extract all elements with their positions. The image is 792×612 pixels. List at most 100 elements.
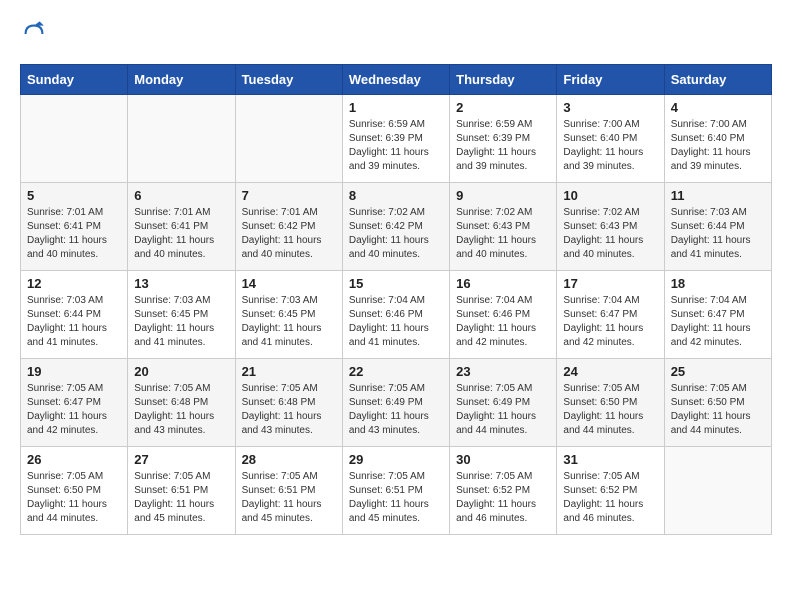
day-info: Sunrise: 7:05 AM Sunset: 6:51 PM Dayligh… xyxy=(349,470,443,526)
day-number: 23 xyxy=(456,364,550,379)
day-header-wednesday: Wednesday xyxy=(342,65,449,95)
day-info: Sunrise: 7:01 AM Sunset: 6:41 PM Dayligh… xyxy=(134,206,228,262)
day-number: 13 xyxy=(134,276,228,291)
week-row-3: 12 Sunrise: 7:03 AM Sunset: 6:44 PM Dayli… xyxy=(21,271,772,359)
day-info: Sunrise: 7:05 AM Sunset: 6:50 PM Dayligh… xyxy=(671,382,765,438)
day-info: Sunrise: 7:05 AM Sunset: 6:48 PM Dayligh… xyxy=(134,382,228,438)
calendar-header: SundayMondayTuesdayWednesdayThursdayFrid… xyxy=(21,65,772,95)
day-number: 5 xyxy=(27,188,121,203)
day-header-tuesday: Tuesday xyxy=(235,65,342,95)
calendar-cell xyxy=(664,447,771,535)
day-info: Sunrise: 7:00 AM Sunset: 6:40 PM Dayligh… xyxy=(563,118,657,174)
calendar-cell: 11 Sunrise: 7:03 AM Sunset: 6:44 PM Dayli… xyxy=(664,183,771,271)
day-number: 6 xyxy=(134,188,228,203)
day-number: 27 xyxy=(134,452,228,467)
day-number: 3 xyxy=(563,100,657,115)
week-row-1: 1 Sunrise: 6:59 AM Sunset: 6:39 PM Daylig… xyxy=(21,95,772,183)
day-info: Sunrise: 7:03 AM Sunset: 6:44 PM Dayligh… xyxy=(27,294,121,350)
day-header-saturday: Saturday xyxy=(664,65,771,95)
day-info: Sunrise: 7:05 AM Sunset: 6:48 PM Dayligh… xyxy=(242,382,336,438)
calendar-cell: 31 Sunrise: 7:05 AM Sunset: 6:52 PM Dayli… xyxy=(557,447,664,535)
calendar-cell: 25 Sunrise: 7:05 AM Sunset: 6:50 PM Dayli… xyxy=(664,359,771,447)
day-number: 19 xyxy=(27,364,121,379)
day-number: 26 xyxy=(27,452,121,467)
day-header-monday: Monday xyxy=(128,65,235,95)
calendar-cell: 12 Sunrise: 7:03 AM Sunset: 6:44 PM Dayli… xyxy=(21,271,128,359)
calendar-cell: 1 Sunrise: 6:59 AM Sunset: 6:39 PM Daylig… xyxy=(342,95,449,183)
calendar-cell: 5 Sunrise: 7:01 AM Sunset: 6:41 PM Daylig… xyxy=(21,183,128,271)
calendar-cell: 20 Sunrise: 7:05 AM Sunset: 6:48 PM Dayli… xyxy=(128,359,235,447)
day-info: Sunrise: 7:00 AM Sunset: 6:40 PM Dayligh… xyxy=(671,118,765,174)
day-info: Sunrise: 7:02 AM Sunset: 6:43 PM Dayligh… xyxy=(456,206,550,262)
day-info: Sunrise: 7:04 AM Sunset: 6:47 PM Dayligh… xyxy=(563,294,657,350)
day-number: 30 xyxy=(456,452,550,467)
day-number: 18 xyxy=(671,276,765,291)
day-info: Sunrise: 7:02 AM Sunset: 6:42 PM Dayligh… xyxy=(349,206,443,262)
day-header-sunday: Sunday xyxy=(21,65,128,95)
day-number: 29 xyxy=(349,452,443,467)
day-info: Sunrise: 6:59 AM Sunset: 6:39 PM Dayligh… xyxy=(349,118,443,174)
day-info: Sunrise: 6:59 AM Sunset: 6:39 PM Dayligh… xyxy=(456,118,550,174)
calendar-cell xyxy=(21,95,128,183)
day-info: Sunrise: 7:03 AM Sunset: 6:45 PM Dayligh… xyxy=(134,294,228,350)
calendar-cell: 26 Sunrise: 7:05 AM Sunset: 6:50 PM Dayli… xyxy=(21,447,128,535)
day-header-thursday: Thursday xyxy=(450,65,557,95)
day-number: 31 xyxy=(563,452,657,467)
calendar-cell: 17 Sunrise: 7:04 AM Sunset: 6:47 PM Dayli… xyxy=(557,271,664,359)
calendar-cell: 23 Sunrise: 7:05 AM Sunset: 6:49 PM Dayli… xyxy=(450,359,557,447)
day-info: Sunrise: 7:05 AM Sunset: 6:51 PM Dayligh… xyxy=(242,470,336,526)
day-number: 24 xyxy=(563,364,657,379)
week-row-5: 26 Sunrise: 7:05 AM Sunset: 6:50 PM Dayli… xyxy=(21,447,772,535)
day-number: 11 xyxy=(671,188,765,203)
day-number: 8 xyxy=(349,188,443,203)
calendar-cell: 27 Sunrise: 7:05 AM Sunset: 6:51 PM Dayli… xyxy=(128,447,235,535)
day-number: 14 xyxy=(242,276,336,291)
days-row: SundayMondayTuesdayWednesdayThursdayFrid… xyxy=(21,65,772,95)
day-info: Sunrise: 7:03 AM Sunset: 6:45 PM Dayligh… xyxy=(242,294,336,350)
calendar-cell: 9Sunrise: 7:02 AM Sunset: 6:43 PM Daylig… xyxy=(450,183,557,271)
calendar-cell: 3 Sunrise: 7:00 AM Sunset: 6:40 PM Daylig… xyxy=(557,95,664,183)
day-info: Sunrise: 7:04 AM Sunset: 6:47 PM Dayligh… xyxy=(671,294,765,350)
calendar-cell: 6 Sunrise: 7:01 AM Sunset: 6:41 PM Daylig… xyxy=(128,183,235,271)
day-number: 17 xyxy=(563,276,657,291)
day-info: Sunrise: 7:05 AM Sunset: 6:50 PM Dayligh… xyxy=(563,382,657,438)
day-number: 1 xyxy=(349,100,443,115)
calendar-table: SundayMondayTuesdayWednesdayThursdayFrid… xyxy=(20,64,772,535)
calendar-cell: 30 Sunrise: 7:05 AM Sunset: 6:52 PM Dayli… xyxy=(450,447,557,535)
day-info: Sunrise: 7:05 AM Sunset: 6:50 PM Dayligh… xyxy=(27,470,121,526)
day-info: Sunrise: 7:03 AM Sunset: 6:44 PM Dayligh… xyxy=(671,206,765,262)
calendar-cell xyxy=(235,95,342,183)
calendar-cell: 19 Sunrise: 7:05 AM Sunset: 6:47 PM Dayli… xyxy=(21,359,128,447)
calendar-cell xyxy=(128,95,235,183)
day-number: 22 xyxy=(349,364,443,379)
day-number: 15 xyxy=(349,276,443,291)
day-info: Sunrise: 7:04 AM Sunset: 6:46 PM Dayligh… xyxy=(349,294,443,350)
calendar-cell: 29 Sunrise: 7:05 AM Sunset: 6:51 PM Dayli… xyxy=(342,447,449,535)
logo-icon xyxy=(20,20,48,48)
day-number: 16 xyxy=(456,276,550,291)
calendar-cell: 8 Sunrise: 7:02 AM Sunset: 6:42 PM Daylig… xyxy=(342,183,449,271)
day-number: 25 xyxy=(671,364,765,379)
day-info: Sunrise: 7:02 AM Sunset: 6:43 PM Dayligh… xyxy=(563,206,657,262)
calendar-cell: 21Sunrise: 7:05 AM Sunset: 6:48 PM Dayli… xyxy=(235,359,342,447)
day-header-friday: Friday xyxy=(557,65,664,95)
day-number: 7 xyxy=(242,188,336,203)
day-info: Sunrise: 7:05 AM Sunset: 6:47 PM Dayligh… xyxy=(27,382,121,438)
calendar-cell: 24 Sunrise: 7:05 AM Sunset: 6:50 PM Dayli… xyxy=(557,359,664,447)
calendar-cell: 22 Sunrise: 7:05 AM Sunset: 6:49 PM Dayli… xyxy=(342,359,449,447)
day-number: 20 xyxy=(134,364,228,379)
calendar-cell: 18 Sunrise: 7:04 AM Sunset: 6:47 PM Dayli… xyxy=(664,271,771,359)
day-info: Sunrise: 7:04 AM Sunset: 6:46 PM Dayligh… xyxy=(456,294,550,350)
logo xyxy=(20,20,52,48)
day-info: Sunrise: 7:01 AM Sunset: 6:41 PM Dayligh… xyxy=(27,206,121,262)
day-info: Sunrise: 7:05 AM Sunset: 6:52 PM Dayligh… xyxy=(456,470,550,526)
calendar-cell: 28 Sunrise: 7:05 AM Sunset: 6:51 PM Dayli… xyxy=(235,447,342,535)
day-number: 12 xyxy=(27,276,121,291)
day-info: Sunrise: 7:05 AM Sunset: 6:49 PM Dayligh… xyxy=(349,382,443,438)
week-row-4: 19 Sunrise: 7:05 AM Sunset: 6:47 PM Dayli… xyxy=(21,359,772,447)
day-number: 2 xyxy=(456,100,550,115)
day-info: Sunrise: 7:05 AM Sunset: 6:51 PM Dayligh… xyxy=(134,470,228,526)
day-info: Sunrise: 7:05 AM Sunset: 6:49 PM Dayligh… xyxy=(456,382,550,438)
day-info: Sunrise: 7:05 AM Sunset: 6:52 PM Dayligh… xyxy=(563,470,657,526)
day-number: 28 xyxy=(242,452,336,467)
